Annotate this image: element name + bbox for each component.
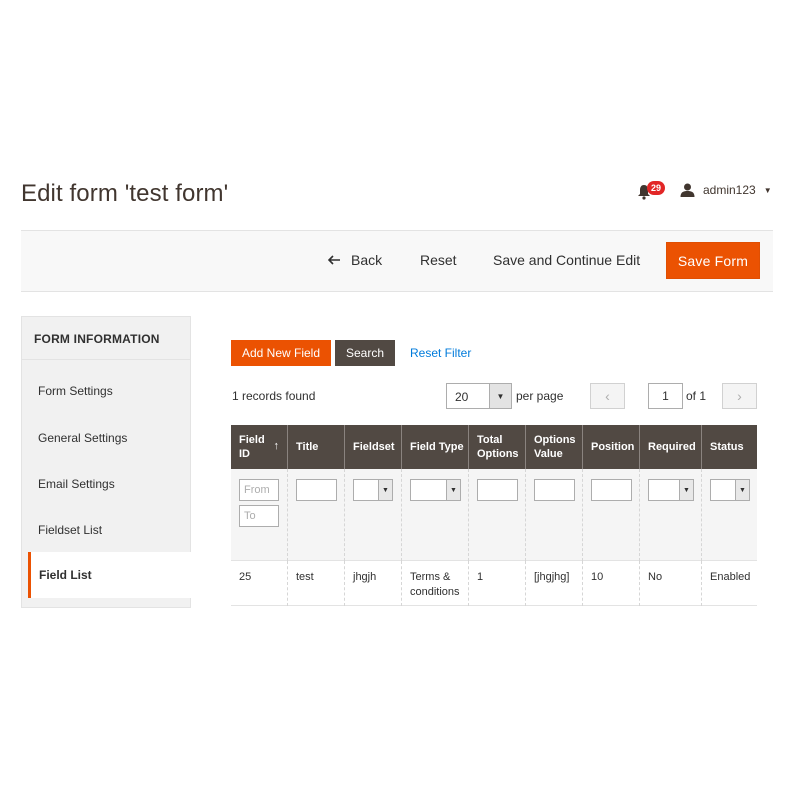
sidebar-item-general-settings[interactable]: General Settings	[38, 431, 127, 445]
back-button-label: Back	[351, 252, 383, 268]
chevron-down-icon: ▼	[489, 384, 511, 408]
status-filter-select[interactable]: ▼	[710, 479, 750, 501]
column-header-options-value[interactable]: Options Value	[526, 425, 583, 469]
filter-cell-total-options	[469, 469, 526, 561]
username: admin123	[703, 183, 756, 197]
notification-badge: 29	[647, 181, 665, 195]
chevron-left-icon: ‹	[605, 388, 610, 404]
cell-title: test	[288, 561, 345, 606]
position-filter-input[interactable]	[591, 479, 632, 501]
sidebar-item-label: Field List	[39, 568, 92, 582]
chevron-down-icon: ▼	[378, 480, 392, 500]
field-id-to-input[interactable]: To	[239, 505, 279, 527]
user-menu[interactable]: admin123 ▼	[680, 183, 772, 197]
total-options-filter-input[interactable]	[477, 479, 518, 501]
column-header-field-id[interactable]: Field ID ↑	[231, 425, 288, 469]
back-button[interactable]: Back	[328, 252, 382, 268]
filter-cell-fieldset: ▼	[345, 469, 402, 561]
per-page-value: 20	[455, 390, 469, 404]
filter-cell-field-type: ▼	[402, 469, 469, 561]
sidebar-item-fieldset-list[interactable]: Fieldset List	[38, 523, 102, 537]
chevron-down-icon: ▼	[679, 480, 693, 500]
search-button[interactable]: Search	[335, 340, 395, 366]
required-filter-select[interactable]: ▼	[648, 479, 694, 501]
filter-cell-title	[288, 469, 345, 561]
chevron-right-icon: ›	[737, 388, 742, 404]
records-found: 1 records found	[232, 389, 316, 403]
filter-cell-position	[583, 469, 640, 561]
arrow-left-icon	[328, 255, 340, 265]
current-page-input[interactable]: 1	[648, 383, 683, 409]
page-title: Edit form 'test form'	[21, 180, 229, 207]
reset-button[interactable]: Reset	[420, 252, 457, 268]
form-information-sidebar: FORM INFORMATION Form Settings General S…	[21, 316, 191, 608]
cell-fieldset: jhgjh	[345, 561, 402, 606]
cell-field-type: Terms & conditions	[402, 561, 469, 606]
sidebar-title: FORM INFORMATION	[34, 332, 160, 346]
chevron-down-icon: ▼	[446, 480, 460, 500]
cell-required: No	[640, 561, 702, 606]
previous-page-button[interactable]: ‹	[590, 383, 625, 409]
cell-field-id: 25	[231, 561, 288, 606]
save-and-continue-button[interactable]: Save and Continue Edit	[493, 252, 640, 268]
per-page-label: per page	[516, 389, 564, 403]
filter-cell-field-id: From To	[231, 469, 288, 561]
grid-filter-row: From To ▼ ▼ ▼ ▼	[231, 469, 757, 561]
chevron-down-icon: ▼	[735, 480, 749, 500]
column-header-status[interactable]: Status	[702, 425, 757, 469]
save-form-button[interactable]: Save Form	[666, 242, 760, 279]
options-value-filter-input[interactable]	[534, 479, 575, 501]
column-header-total-options[interactable]: Total Options	[469, 425, 526, 469]
filter-cell-status: ▼	[702, 469, 757, 561]
add-new-field-button[interactable]: Add New Field	[231, 340, 331, 366]
cell-options-value: [jhgjhg]	[526, 561, 583, 606]
sidebar-item-email-settings[interactable]: Email Settings	[38, 477, 115, 491]
cell-position: 10	[583, 561, 640, 606]
sort-arrow-up-icon: ↑	[273, 440, 280, 452]
fields-grid: Field ID ↑ Title Fieldset Field Type Tota…	[231, 425, 757, 606]
per-page-select[interactable]: 20 ▼	[446, 383, 512, 409]
column-header-field-type[interactable]: Field Type	[402, 425, 469, 469]
page-actions-bar	[21, 230, 773, 292]
field-id-from-input[interactable]: From	[239, 479, 279, 501]
cell-status: Enabled	[710, 571, 751, 583]
sidebar-item-form-settings[interactable]: Form Settings	[38, 384, 113, 398]
column-header-fieldset[interactable]: Fieldset	[345, 425, 402, 469]
next-page-button[interactable]: ›	[722, 383, 757, 409]
column-header-title[interactable]: Title	[288, 425, 345, 469]
title-filter-input[interactable]	[296, 479, 337, 501]
grid-header: Field ID ↑ Title Fieldset Field Type Tota…	[231, 425, 757, 469]
filter-cell-options-value	[526, 469, 583, 561]
sidebar-item-field-list[interactable]: Field List	[28, 552, 191, 598]
sidebar-divider	[22, 359, 190, 360]
table-row[interactable]: 25 test jhgjh Terms & conditions 1 [jhgj…	[231, 561, 757, 606]
reset-filter-link[interactable]: Reset Filter	[410, 346, 471, 360]
user-icon	[680, 183, 695, 197]
total-pages: of 1	[686, 389, 707, 403]
column-header-position[interactable]: Position	[583, 425, 640, 469]
cell-total-options: 1	[469, 561, 526, 606]
chevron-down-icon: ▼	[763, 185, 772, 195]
fieldset-filter-select[interactable]: ▼	[353, 479, 393, 501]
column-header-required[interactable]: Required	[640, 425, 702, 469]
field-type-filter-select[interactable]: ▼	[410, 479, 461, 501]
filter-cell-required: ▼	[640, 469, 702, 561]
